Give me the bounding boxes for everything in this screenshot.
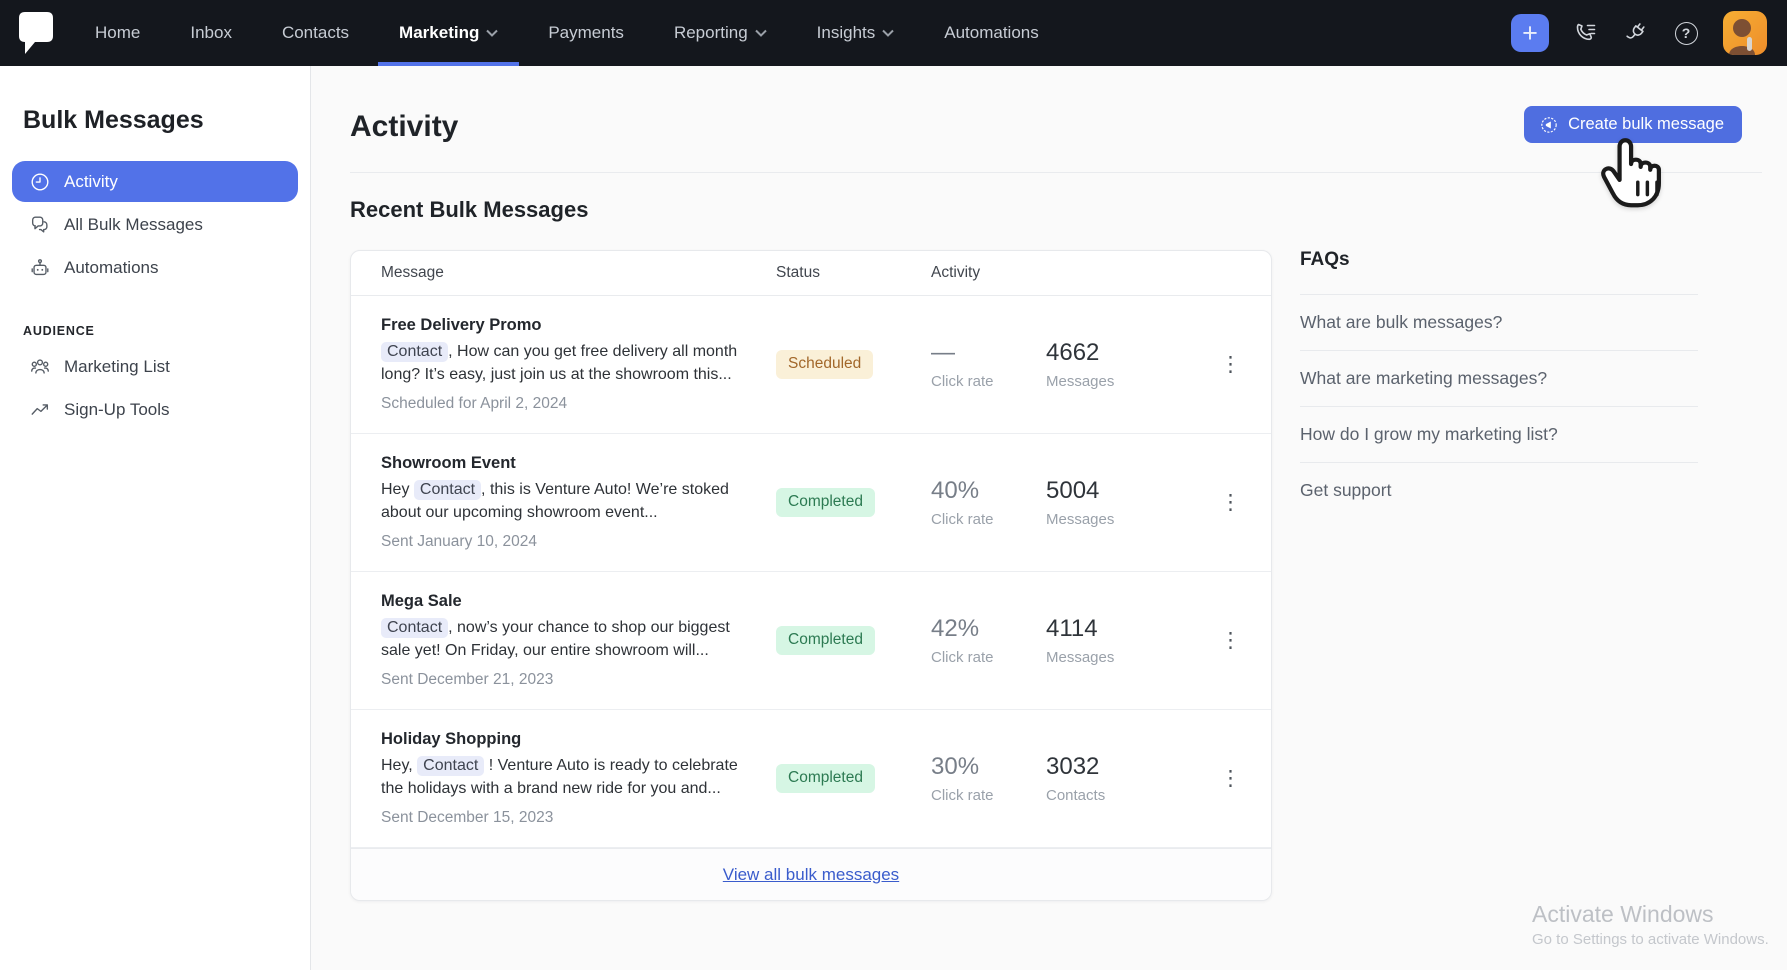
contacts-metric: 3032 Contacts <box>1046 753 1206 804</box>
message-date: Scheduled for April 2, 2024 <box>381 395 752 413</box>
message-title: Free Delivery Promo <box>381 316 752 335</box>
message-date: Sent January 10, 2024 <box>381 533 752 551</box>
faq-link-get-support[interactable]: Get support <box>1300 462 1698 518</box>
message-title: Showroom Event <box>381 454 752 473</box>
status-badge: Completed <box>776 488 875 517</box>
section-title: Recent Bulk Messages <box>350 197 588 223</box>
phone-list-icon <box>1574 21 1598 45</box>
message-date: Sent December 15, 2023 <box>381 809 752 827</box>
user-avatar[interactable] <box>1723 11 1767 55</box>
nav-home[interactable]: Home <box>95 0 140 66</box>
main-content: Activity Create bulk message Recent Bulk… <box>311 66 1787 970</box>
sidebar-audience-nav: Marketing List Sign-Up Tools <box>0 346 310 430</box>
clock-icon <box>29 171 51 193</box>
faq-link-grow-marketing-list[interactable]: How do I grow my marketing list? <box>1300 406 1698 462</box>
nav-payments[interactable]: Payments <box>548 0 624 66</box>
integrations-button[interactable] <box>1618 15 1654 51</box>
sidebar-item-automations[interactable]: Automations <box>12 247 298 288</box>
table-row[interactable]: Showroom Event Hey Contact, this is Vent… <box>351 434 1271 572</box>
column-header-activity: Activity <box>931 264 1046 282</box>
nav-insights[interactable]: Insights <box>817 0 895 66</box>
recent-bulk-messages-card: Message Status Activity Free Delivery Pr… <box>350 250 1272 901</box>
trend-up-icon <box>29 399 51 421</box>
windows-activation-watermark: Activate Windows Go to Settings to activ… <box>1532 901 1769 948</box>
chat-bubbles-icon <box>29 214 51 236</box>
header-divider <box>350 172 1762 173</box>
top-navigation: Home Inbox Contacts Marketing Payments R… <box>0 0 1787 66</box>
contact-variable-chip: Contact <box>381 342 448 362</box>
call-log-button[interactable] <box>1573 20 1599 46</box>
messages-metric: 4662 Messages <box>1046 339 1206 390</box>
faq-title: FAQs <box>1300 249 1698 271</box>
chevron-down-icon <box>486 29 498 37</box>
message-title: Holiday Shopping <box>381 730 752 749</box>
messages-metric: 5004 Messages <box>1046 477 1206 528</box>
nav-reporting[interactable]: Reporting <box>674 0 767 66</box>
faq-link-what-are-marketing-messages[interactable]: What are marketing messages? <box>1300 350 1698 406</box>
row-menu-kebab-icon[interactable]: ⋮ <box>1214 487 1247 518</box>
help-button[interactable]: ? <box>1673 20 1699 46</box>
robot-icon <box>29 257 51 279</box>
primary-nav: Home Inbox Contacts Marketing Payments R… <box>95 0 1039 66</box>
people-icon <box>29 356 51 378</box>
message-preview: Hey Contact, this is Venture Auto! We’re… <box>381 478 751 524</box>
click-rate-metric: 42% Click rate <box>931 615 1046 666</box>
faq-link-what-are-bulk-messages[interactable]: What are bulk messages? <box>1300 294 1698 350</box>
view-all-bulk-messages-link[interactable]: View all bulk messages <box>723 865 899 885</box>
podium-logo-icon[interactable] <box>18 11 54 55</box>
messages-metric: 4114 Messages <box>1046 615 1206 666</box>
column-header-status: Status <box>776 264 931 282</box>
table-row[interactable]: Holiday Shopping Hey, Contact ! Venture … <box>351 710 1271 848</box>
plug-icon <box>1619 16 1653 50</box>
faq-panel: FAQs What are bulk messages? What are ma… <box>1300 249 1698 518</box>
sidebar-item-all-bulk-messages[interactable]: All Bulk Messages <box>12 204 298 245</box>
message-date: Sent December 21, 2023 <box>381 671 752 689</box>
create-bulk-message-button[interactable]: Create bulk message <box>1524 106 1742 143</box>
sidebar-item-marketing-list[interactable]: Marketing List <box>12 346 298 387</box>
chevron-down-icon <box>755 29 767 37</box>
nav-inbox[interactable]: Inbox <box>190 0 232 66</box>
row-menu-kebab-icon[interactable]: ⋮ <box>1214 763 1247 794</box>
status-badge: Completed <box>776 764 875 793</box>
message-preview: Hey, Contact ! Venture Auto is ready to … <box>381 754 751 800</box>
table-row[interactable]: Free Delivery Promo Contact, How can you… <box>351 296 1271 434</box>
message-preview: Contact, How can you get free delivery a… <box>381 340 751 386</box>
message-title: Mega Sale <box>381 592 752 611</box>
nav-contacts[interactable]: Contacts <box>282 0 349 66</box>
column-header-message: Message <box>381 264 776 282</box>
table-row[interactable]: Mega Sale Contact, now’s your chance to … <box>351 572 1271 710</box>
megaphone-badge-icon <box>1539 115 1559 135</box>
status-badge: Completed <box>776 626 875 655</box>
contact-variable-chip: Contact <box>381 618 448 638</box>
sidebar-item-sign-up-tools[interactable]: Sign-Up Tools <box>12 389 298 430</box>
nav-marketing[interactable]: Marketing <box>399 0 498 66</box>
question-mark-icon: ? <box>1675 22 1698 45</box>
sidebar-section-audience: AUDIENCE <box>23 324 310 338</box>
chevron-down-icon <box>882 29 894 37</box>
create-new-button[interactable]: + <box>1511 14 1549 52</box>
nav-automations[interactable]: Automations <box>944 0 1039 66</box>
avatar-photo <box>1723 11 1767 55</box>
page-title: Activity <box>350 110 458 144</box>
bulk-messages-sidebar: Bulk Messages Activity All Bulk Messages <box>0 66 311 970</box>
click-rate-metric: — Click rate <box>931 339 1046 390</box>
sidebar-title: Bulk Messages <box>23 106 310 135</box>
row-menu-kebab-icon[interactable]: ⋮ <box>1214 625 1247 656</box>
topnav-actions: + ? <box>1511 11 1787 55</box>
plus-icon: + <box>1522 20 1538 47</box>
status-badge: Scheduled <box>776 350 873 379</box>
click-rate-metric: 40% Click rate <box>931 477 1046 528</box>
contact-variable-chip: Contact <box>417 756 484 776</box>
click-rate-metric: 30% Click rate <box>931 753 1046 804</box>
card-footer: View all bulk messages <box>351 848 1271 900</box>
sidebar-item-activity[interactable]: Activity <box>12 161 298 202</box>
table-header: Message Status Activity <box>351 251 1271 296</box>
sidebar-nav: Activity All Bulk Messages Automations <box>0 161 310 288</box>
row-menu-kebab-icon[interactable]: ⋮ <box>1214 349 1247 380</box>
message-preview: Contact, now’s your chance to shop our b… <box>381 616 751 662</box>
contact-variable-chip: Contact <box>414 480 481 500</box>
